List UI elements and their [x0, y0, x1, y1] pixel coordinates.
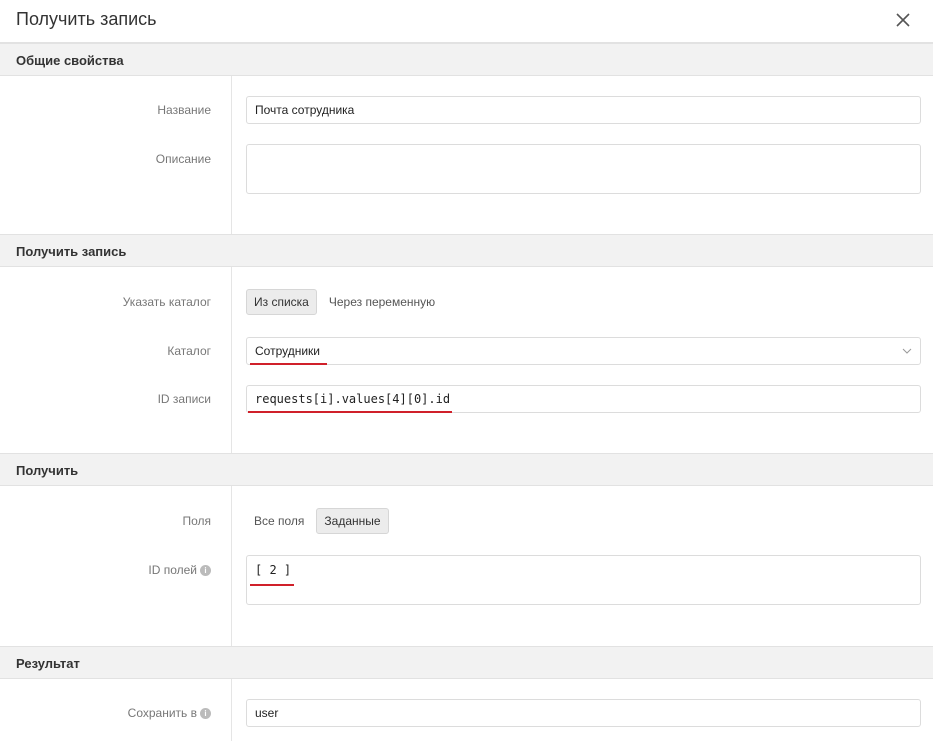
description-label: Описание: [155, 152, 211, 166]
record-id-input[interactable]: requests[i].values[4][0].id: [246, 385, 921, 413]
section-get: Поля Все поля Заданные ID полей i [ 2 ]: [0, 486, 933, 646]
field-ids-value: [ 2 ]: [255, 563, 292, 577]
catalog-mode-label: Указать каталог: [122, 295, 211, 309]
catalog-mode-via-variable[interactable]: Через переменную: [321, 289, 443, 315]
record-id-label: ID записи: [157, 392, 211, 406]
fields-mode-all[interactable]: Все поля: [246, 508, 312, 534]
catalog-label: Каталог: [167, 344, 211, 358]
section-header-get: Получить: [0, 453, 933, 486]
record-id-underline: [248, 411, 452, 413]
close-icon[interactable]: [893, 10, 913, 30]
section-general: Название Почта сотрудника Описание: [0, 76, 933, 234]
info-icon[interactable]: i: [200, 708, 211, 720]
description-input[interactable]: [246, 144, 921, 194]
save-to-input[interactable]: user: [246, 699, 921, 727]
catalog-select-value: Сотрудники: [255, 344, 320, 358]
catalog-mode-from-list[interactable]: Из списка: [246, 289, 317, 315]
field-ids-underline: [250, 584, 294, 586]
dialog-titlebar: Получить запись: [0, 0, 933, 43]
fields-mode-specified[interactable]: Заданные: [316, 508, 389, 534]
section-get-record: Указать каталог Из списка Через переменн…: [0, 267, 933, 453]
name-label: Название: [157, 103, 211, 117]
save-to-label-text: Сохранить в: [127, 706, 197, 720]
field-ids-input[interactable]: [ 2 ]: [246, 555, 921, 605]
section-header-result: Результат: [0, 646, 933, 679]
save-to-label: Сохранить вi: [128, 706, 211, 720]
section-header-get-record: Получить запись: [0, 234, 933, 267]
catalog-mode-switch: Из списка Через переменную: [246, 289, 443, 315]
catalog-select[interactable]: Сотрудники: [246, 337, 921, 365]
chevron-down-icon: [902, 348, 912, 354]
field-ids-label: ID полей i: [148, 563, 211, 577]
catalog-underline: [250, 363, 327, 365]
fields-label: Поля: [182, 514, 211, 528]
section-result: Сохранить вi user: [0, 679, 933, 741]
fields-mode-switch: Все поля Заданные: [246, 508, 389, 534]
name-input[interactable]: Почта сотрудника: [246, 96, 921, 124]
field-ids-label-text: ID полей: [148, 563, 197, 577]
dialog-title: Получить запись: [16, 9, 157, 29]
section-header-general: Общие свойства: [0, 43, 933, 76]
info-icon[interactable]: i: [200, 565, 211, 577]
